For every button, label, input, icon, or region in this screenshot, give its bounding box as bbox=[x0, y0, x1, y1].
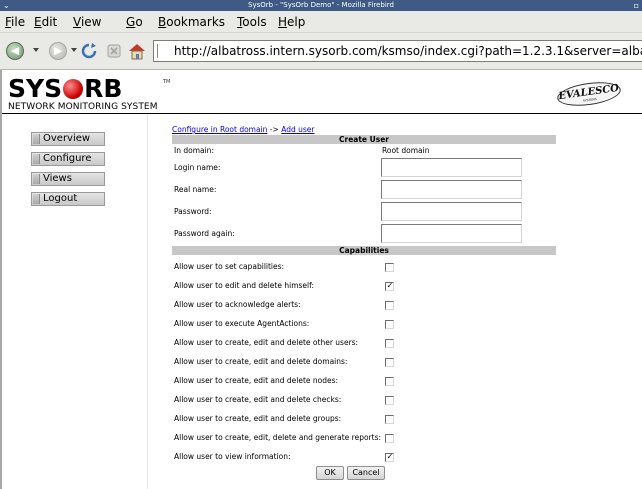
capability-label: Allow user to create, edit and delete do… bbox=[174, 357, 348, 366]
capability-label: Allow user to view information: bbox=[174, 452, 291, 461]
breadcrumb: Configure in Root domain -> Add user bbox=[172, 125, 314, 135]
orb-icon bbox=[63, 79, 84, 99]
capability-checkbox[interactable] bbox=[385, 415, 394, 424]
navigation-toolbar: ◀ ▶ bbox=[0, 33, 642, 70]
window-title: SysOrb - "SysOrb Demo" - Mozilla Firebir… bbox=[248, 1, 394, 9]
capability-checkbox[interactable] bbox=[385, 377, 394, 386]
capability-label: Allow user to create, edit and delete gr… bbox=[174, 414, 342, 423]
reload-icon[interactable] bbox=[80, 42, 98, 60]
sidebar-item-views[interactable]: Views bbox=[31, 172, 105, 186]
forward-icon[interactable]: ▶ bbox=[49, 42, 67, 60]
url-input[interactable] bbox=[174, 42, 642, 60]
menu-file[interactable]: File bbox=[5, 14, 25, 30]
capability-label: Allow user to execute AgentActions: bbox=[174, 319, 310, 328]
capability-label: Allow user to create, edit and delete ch… bbox=[174, 395, 342, 404]
button-bullet-icon bbox=[33, 134, 40, 144]
home-icon[interactable] bbox=[127, 42, 147, 60]
title-bar: ⌄ SysOrb - "SysOrb Demo" - Mozilla Fireb… bbox=[0, 0, 642, 11]
stop-icon[interactable] bbox=[105, 42, 123, 60]
window-close-icon[interactable]: ▫ bbox=[634, 0, 639, 11]
menu-bar: File Edit View Go Bookmarks Tools Help bbox=[0, 11, 642, 33]
capability-checkbox[interactable] bbox=[385, 301, 394, 310]
trademark-mark: TM bbox=[163, 79, 171, 85]
menu-view[interactable]: View bbox=[73, 14, 101, 30]
login-name-label: Login name: bbox=[174, 163, 221, 172]
capability-label: Allow user to edit and delete himself: bbox=[174, 281, 314, 290]
capability-label: Allow user to create, edit and delete ot… bbox=[174, 338, 359, 347]
capability-checkbox[interactable]: ✓ bbox=[385, 281, 394, 291]
breadcrumb-separator: -> bbox=[269, 125, 279, 134]
stop-icon-graphic bbox=[107, 44, 121, 58]
capabilities-heading: Capabilities bbox=[172, 246, 556, 255]
page-content: SYS RB TM NETWORK MONITORING SYSTEM EVALE… bbox=[0, 70, 642, 489]
menu-go[interactable]: Go bbox=[126, 14, 143, 30]
capability-label: Allow user to create, edit and delete no… bbox=[174, 376, 339, 385]
ok-button[interactable]: OK bbox=[316, 466, 344, 480]
button-bullet-icon bbox=[33, 194, 40, 204]
sidebar-item-logout[interactable]: Logout bbox=[31, 192, 105, 206]
browser-window: ⌄ SysOrb - "SysOrb Demo" - Mozilla Fireb… bbox=[0, 0, 642, 489]
button-bullet-icon bbox=[33, 154, 40, 164]
real-name-label: Real name: bbox=[174, 185, 217, 194]
capability-label: Allow user to set capabilities: bbox=[174, 262, 285, 271]
home-icon-graphic bbox=[129, 44, 145, 60]
menu-tools[interactable]: Tools bbox=[237, 14, 267, 30]
domain-value: Root domain bbox=[382, 146, 430, 155]
sidebar-item-configure[interactable]: Configure bbox=[31, 152, 105, 166]
capability-checkbox[interactable] bbox=[385, 434, 394, 443]
capability-checkbox[interactable]: ✓ bbox=[385, 452, 394, 462]
back-icon[interactable]: ◀ bbox=[6, 42, 24, 60]
sysorb-logo[interactable]: SYS RB bbox=[8, 76, 122, 101]
address-bar[interactable] bbox=[153, 40, 642, 62]
password-label: Password: bbox=[174, 207, 212, 216]
capability-checkbox[interactable] bbox=[385, 320, 394, 329]
cancel-button[interactable]: Cancel bbox=[347, 466, 385, 480]
page-header: SYS RB TM NETWORK MONITORING SYSTEM EVALE… bbox=[2, 70, 642, 114]
breadcrumb-add-user-link[interactable]: Add user bbox=[281, 125, 314, 134]
button-bullet-icon bbox=[33, 174, 40, 184]
breadcrumb-configure-link[interactable]: Configure in Root domain bbox=[172, 125, 267, 134]
page-proxy-icon[interactable] bbox=[157, 44, 171, 58]
menu-help[interactable]: Help bbox=[278, 14, 305, 30]
menu-edit[interactable]: Edit bbox=[34, 14, 57, 30]
capability-label: Allow user to acknowledge alerts: bbox=[174, 300, 301, 309]
password-input[interactable] bbox=[381, 202, 522, 221]
password-again-label: Password again: bbox=[174, 229, 235, 238]
login-name-input[interactable] bbox=[381, 158, 522, 177]
real-name-input[interactable] bbox=[381, 180, 522, 199]
menu-bookmarks[interactable]: Bookmarks bbox=[158, 14, 225, 30]
evalesco-logo[interactable]: EVALESCO SYSTEMS bbox=[555, 78, 623, 110]
logo-subtitle: NETWORK MONITORING SYSTEM bbox=[8, 102, 158, 112]
reload-icon-graphic bbox=[81, 43, 97, 59]
capability-checkbox[interactable] bbox=[385, 263, 394, 272]
sidebar: Overview Configure Views Logout bbox=[2, 114, 148, 489]
sidebar-item-overview[interactable]: Overview bbox=[31, 132, 105, 146]
create-user-heading: Create User bbox=[172, 135, 556, 144]
capability-checkbox[interactable] bbox=[385, 396, 394, 405]
capability-label: Allow user to create, edit, delete and g… bbox=[174, 433, 382, 442]
forward-history-dropdown-icon[interactable] bbox=[71, 48, 77, 52]
capability-checkbox[interactable] bbox=[385, 358, 394, 367]
capability-checkbox[interactable] bbox=[385, 339, 394, 348]
password-again-input[interactable] bbox=[381, 224, 522, 243]
domain-label: In domain: bbox=[174, 146, 214, 155]
back-history-dropdown-icon[interactable] bbox=[33, 48, 39, 52]
